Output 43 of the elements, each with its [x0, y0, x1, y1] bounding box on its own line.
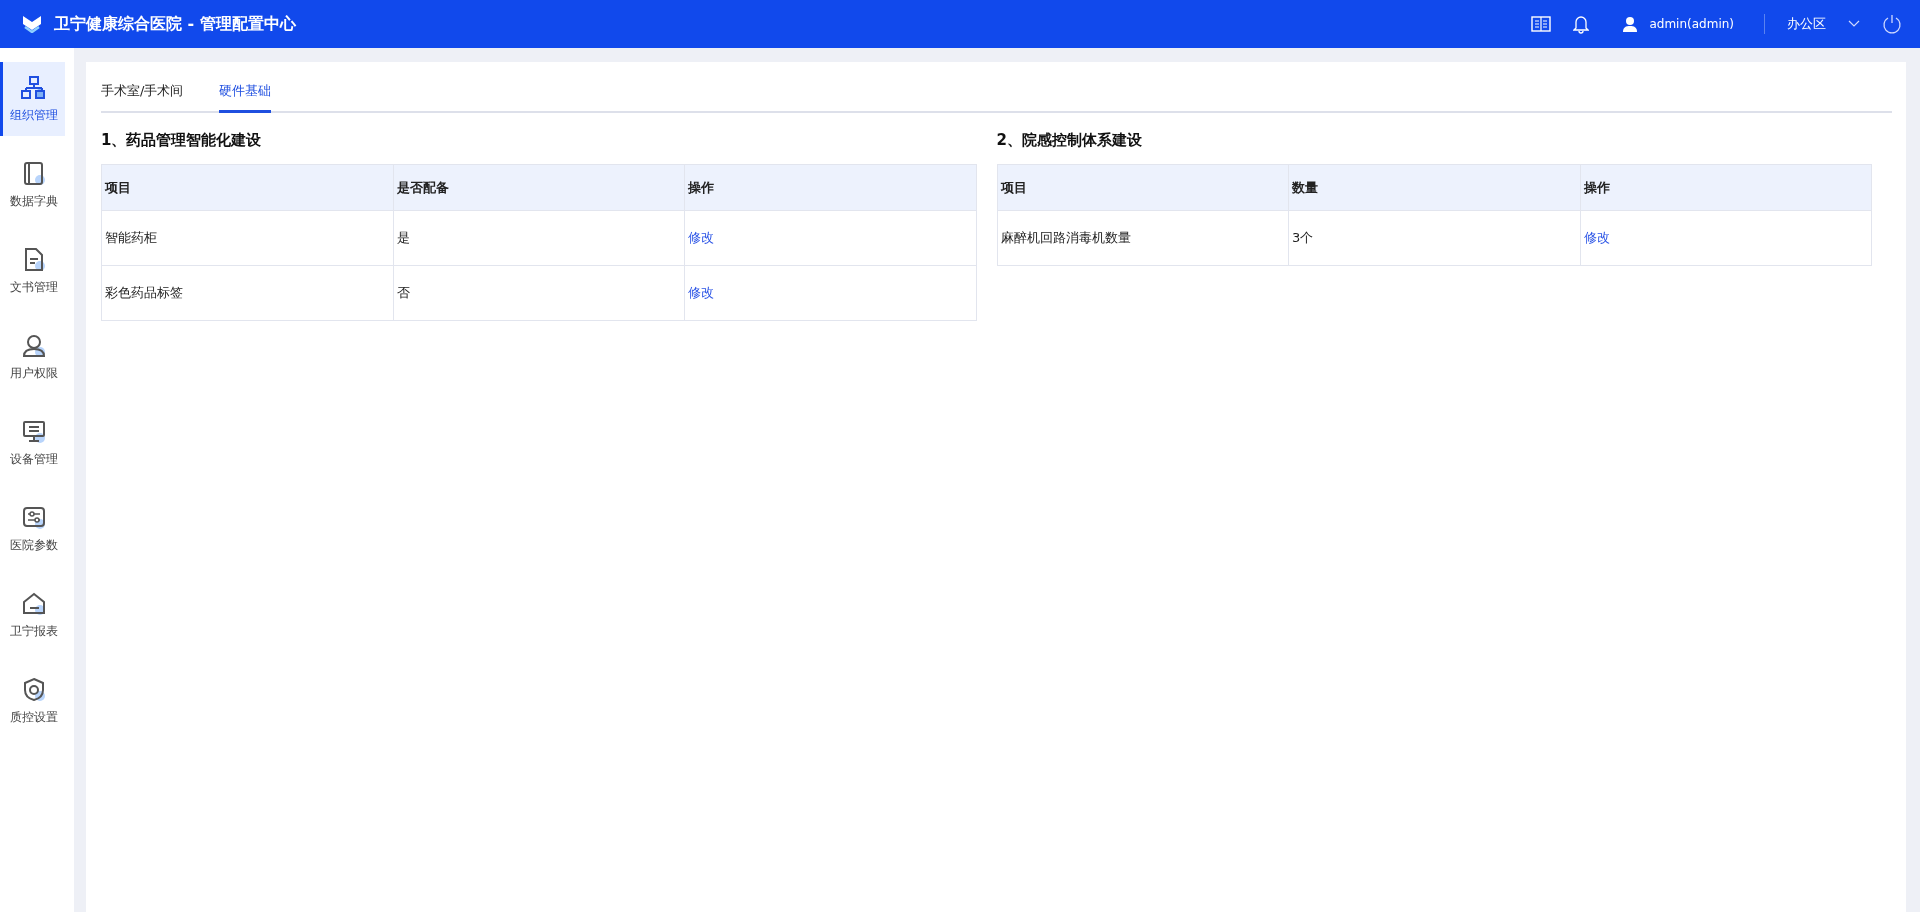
chevron-down-icon[interactable] — [1848, 20, 1860, 28]
table-cell: 麻醉机回路消毒机数量 — [997, 211, 1289, 266]
table-cell: 彩色药品标签 — [102, 266, 394, 321]
sidebar-item[interactable]: 质控设置 — [0, 664, 65, 738]
column-header: 操作 — [685, 165, 977, 211]
column-header: 数量 — [1289, 165, 1581, 211]
section-title: 2、院感控制体系建设 — [996, 131, 1143, 150]
column-header: 项目 — [102, 165, 394, 211]
book-icon[interactable] — [1531, 16, 1552, 32]
sidebar-item[interactable]: 设备管理 — [0, 406, 65, 480]
table-cell: 智能药柜 — [102, 211, 394, 266]
tab[interactable]: 硬件基础 — [219, 74, 272, 113]
sidebar-item[interactable]: 数据字典 — [0, 148, 65, 222]
hierarchy-icon — [21, 74, 47, 101]
tab[interactable]: 手术室/手术间 — [101, 74, 184, 113]
sliders-icon — [21, 504, 47, 531]
app-title: 卫宁健康综合医院 - 管理配置中心 — [54, 13, 296, 35]
sidebar-item[interactable]: 用户权限 — [0, 320, 65, 394]
sidebar-item[interactable]: 组织管理 — [0, 62, 65, 136]
table-cell: 是 — [393, 211, 685, 266]
sidebar-item[interactable]: 医院参数 — [0, 492, 65, 566]
sidebar-item[interactable]: 文书管理 — [0, 234, 65, 308]
shield-icon — [21, 676, 47, 703]
power-icon[interactable] — [1882, 14, 1902, 34]
column-header: 是否配备 — [393, 165, 685, 211]
section-title: 1、药品管理智能化建设 — [101, 131, 263, 150]
book-icon — [21, 160, 47, 187]
edit-link[interactable]: 修改 — [688, 229, 714, 247]
bell-icon[interactable] — [1573, 14, 1590, 34]
user-icon — [1623, 16, 1638, 32]
area-selector[interactable]: 办公区 — [1787, 15, 1826, 33]
user-name[interactable]: admin(admin) — [1649, 17, 1734, 31]
sidebar-item[interactable]: 卫宁报表 — [0, 578, 65, 652]
edit-link[interactable]: 修改 — [1583, 229, 1610, 247]
monitor-icon — [21, 418, 47, 445]
table-cell: 3个 — [1289, 211, 1581, 266]
logo-icon — [22, 15, 42, 33]
house-icon — [21, 590, 47, 617]
edit-link[interactable]: 修改 — [688, 284, 714, 302]
column-header: 项目 — [997, 165, 1289, 211]
column-header: 操作 — [1580, 165, 1872, 211]
user-icon — [21, 332, 47, 359]
table-cell: 否 — [393, 266, 685, 321]
